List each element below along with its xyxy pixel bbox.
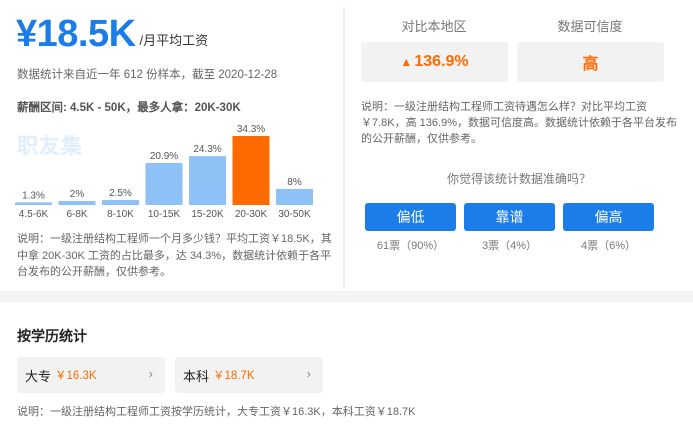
- comparison-note: 说明：一级注册结构工程师工资待遇怎么样？对比平均工资￥7.8K，高 136.9%…: [361, 101, 677, 145]
- credibility-box: 高: [517, 42, 664, 82]
- vote-high-button[interactable]: 偏高: [563, 203, 654, 231]
- local-compare-label: 对比本地区: [401, 19, 467, 34]
- average-salary: ¥18.5K: [16, 13, 136, 55]
- education-note: 说明：一级注册结构工程师工资按学历统计，大专工资￥16.3K，本科工资￥18.7…: [17, 406, 416, 418]
- vote-low-button[interactable]: 偏低: [365, 203, 456, 231]
- up-arrow-icon: ▲: [400, 55, 413, 69]
- chevron-right-icon: ›: [148, 366, 153, 381]
- bar-value-label: 2.5%: [109, 188, 132, 199]
- vote-reliable-button[interactable]: 靠谱: [464, 203, 555, 231]
- salary-note: 说明：一级注册结构工程师一个月多少钱？平均工资￥18.5K，其中拿 20K-30…: [17, 233, 332, 278]
- credibility-value: 高: [582, 56, 599, 73]
- bar-20-30K: [232, 136, 270, 205]
- bar-value-label: 24.3%: [193, 144, 221, 155]
- chart-svg: 1.3% 4.5-6K 2% 6-8K 2.5% 8-10K 20.9% 10-15K 24.3…: [15, 124, 313, 220]
- salary-headline: ¥18.5K /月平均工资: [16, 12, 208, 56]
- education-salary: ￥16.3K: [55, 370, 97, 382]
- local-compare-box: ▲ 136.9%: [361, 42, 508, 82]
- bar-8-10K: [102, 199, 139, 205]
- salary-unit: /月平均工资: [139, 33, 209, 48]
- vote-high-count: 4票（6%）: [580, 240, 637, 252]
- education-name: 大专: [25, 368, 52, 384]
- bar-15-20K: [189, 156, 226, 205]
- bar-value-label: 20.9%: [150, 151, 178, 162]
- education-card-bachelor[interactable]: 本科 ￥18.7K ›: [175, 357, 323, 393]
- bar-category-label: 20-30K: [235, 209, 268, 220]
- bar-30-50K: [276, 188, 313, 205]
- credibility-label: 数据可信度: [557, 19, 623, 34]
- bar-category-label: 30-50K: [278, 209, 311, 220]
- vote-low-count: 61票（90%）: [376, 240, 445, 252]
- education-card-associate[interactable]: 大专 ￥16.3K ›: [17, 357, 165, 393]
- bar-4.5-6K: [15, 202, 52, 205]
- education-section-title: 按学历统计: [17, 328, 87, 344]
- education-name: 本科: [183, 368, 210, 384]
- bar-value-label: 34.3%: [237, 124, 265, 135]
- bar-category-label: 10-15K: [148, 209, 181, 220]
- salary-summary-panel: ¥18.5K /月平均工资 数据统计来自近一年 612 份样本，截至 2020-…: [0, 0, 343, 290]
- bar-value-label: 1.3%: [22, 190, 45, 201]
- bar-category-label: 6-8K: [66, 209, 87, 220]
- comparison-panel: 对比本地区 数据可信度 ▲ 136.9% 高 说明：一级注册结构工程师工资待遇怎…: [345, 0, 693, 290]
- education-salary: ￥18.7K: [213, 370, 255, 382]
- local-compare-value: 136.9%: [414, 53, 469, 70]
- bar-6-8K: [58, 200, 96, 205]
- bar-10-15K: [145, 162, 183, 205]
- chevron-right-icon: ›: [306, 366, 311, 381]
- salary-distribution-chart: 1.3% 4.5-6K 2% 6-8K 2.5% 8-10K 20.9% 10-15K 24.3…: [15, 118, 318, 223]
- bar-category-label: 8-10K: [107, 209, 134, 220]
- sample-info: 数据统计来自近一年 612 份样本，截至 2020-12-28: [17, 69, 278, 81]
- bar-value-label: 8%: [287, 177, 302, 188]
- salary-range: 薪酬区间: 4.5K - 50K，最多人拿：20K-30K: [17, 102, 241, 114]
- poll-question: 你觉得该统计数据准确吗？: [446, 172, 591, 186]
- bar-value-label: 2%: [70, 189, 85, 200]
- vote-reliable-count: 3票（4%）: [481, 240, 538, 252]
- section-separator: [0, 291, 693, 302]
- bar-category-label: 4.5-6K: [19, 209, 49, 220]
- bar-category-label: 15-20K: [191, 209, 224, 220]
